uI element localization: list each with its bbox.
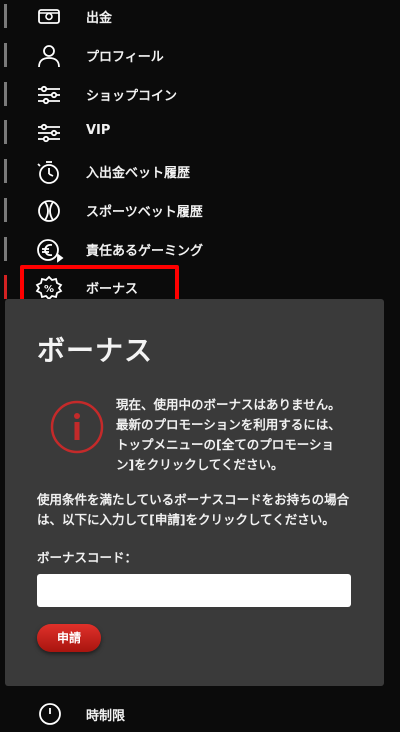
menu-item-responsible-gaming[interactable]: 責任あるゲーミング: [0, 231, 400, 269]
profile-icon: [34, 41, 64, 71]
apply-button[interactable]: 申請: [37, 624, 101, 652]
menu-item-label: 責任あるゲーミング: [86, 244, 204, 259]
sliders-icon: [34, 80, 64, 110]
menu-item-vip[interactable]: VIP: [0, 114, 400, 152]
ball-icon: [34, 196, 64, 226]
menu-item-label: スポーツベット履歴: [86, 205, 203, 220]
menu-item-transaction-history[interactable]: 入出金ベット履歴: [0, 153, 400, 191]
bonus-conditions-text: 使用条件を満たしているボーナスコードをお持ちの場合は、以下に入力して[申請]をク…: [37, 492, 350, 527]
info-icon: [49, 399, 105, 455]
menu-indicator: [4, 4, 7, 28]
menu-item-label: ショップコイン: [86, 89, 178, 104]
menu-item-shop-coin[interactable]: ショップコイン: [0, 76, 400, 114]
menu-indicator: [4, 198, 7, 222]
withdraw-icon: [34, 2, 64, 32]
menu-item-time-limit[interactable]: 時制限: [0, 688, 400, 725]
menu-item-label: プロフィール: [86, 50, 164, 65]
menu-item-withdraw[interactable]: 出金: [0, 0, 400, 36]
responsible-gaming-icon: [34, 235, 64, 265]
history-timer-icon: [34, 157, 64, 187]
menu-indicator: [4, 237, 7, 261]
menu-item-label: 入出金ベット履歴: [86, 166, 191, 181]
menu-indicator: [4, 159, 7, 183]
bonus-code-label: ボーナスコード：: [37, 550, 138, 565]
menu-item-profile[interactable]: プロフィール: [0, 37, 400, 75]
bonus-panel: ボーナス 現在、使用中のボーナスはありません。 最新のプロモーションを利用するに…: [5, 299, 384, 686]
menu-item-sports-bet-history[interactable]: スポーツベット履歴: [0, 192, 400, 230]
menu-item-label: 時制限: [86, 709, 126, 724]
menu-indicator-active: [4, 275, 7, 299]
panel-title: ボーナス: [37, 334, 154, 367]
menu-item-label: 出金: [86, 11, 113, 26]
menu-indicator: [4, 120, 7, 144]
no-bonus-notice: 現在、使用中のボーナスはありません。 最新のプロモーションを利用するには、トップ…: [116, 397, 341, 472]
clock-icon: [36, 700, 64, 728]
menu-indicator: [4, 82, 7, 106]
bonus-code-input[interactable]: [37, 574, 351, 607]
sliders-icon: [34, 118, 64, 148]
menu-item-label: VIP: [86, 123, 111, 138]
menu-indicator: [4, 43, 7, 67]
